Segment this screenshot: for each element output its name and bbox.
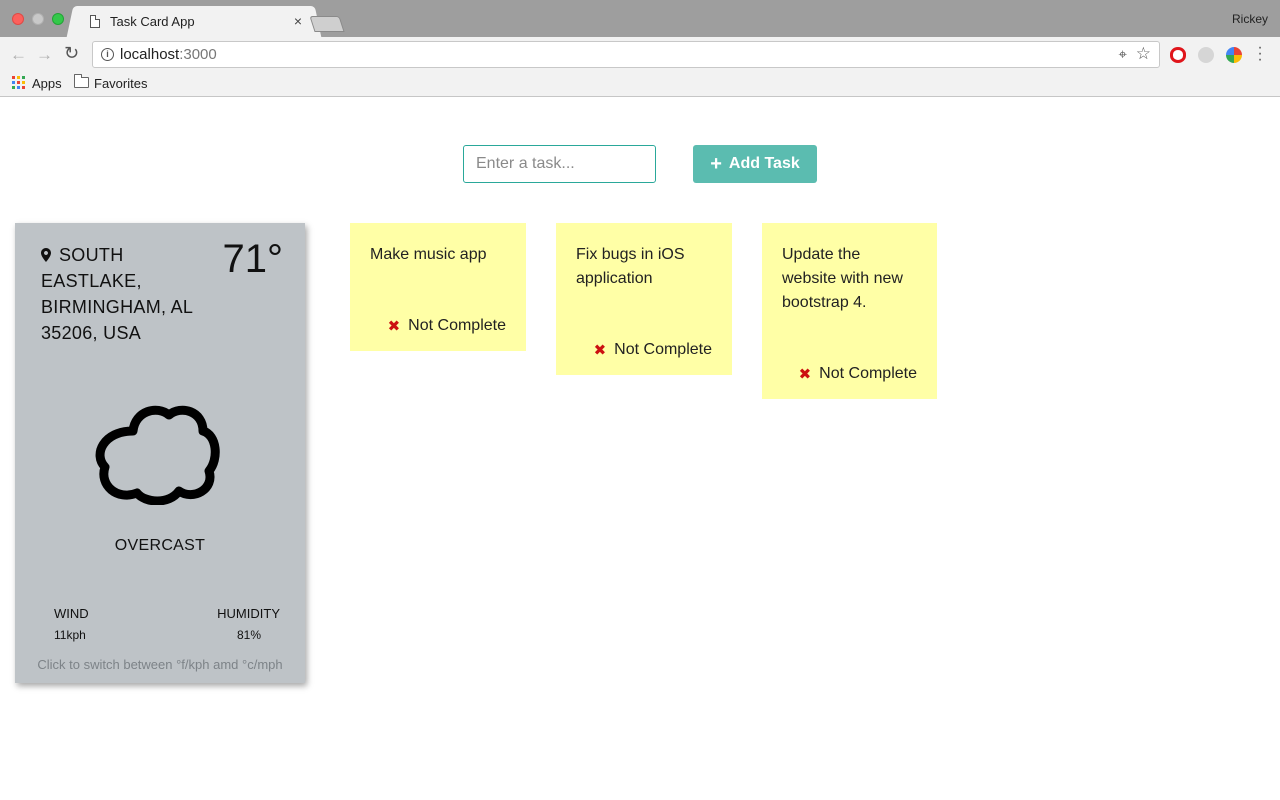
task-text: Make music app [370, 246, 487, 263]
browser-toolbar: ← → ↻ i localhost:3000 ⌖ ☆ · · · [0, 37, 1280, 72]
task-status[interactable]: ✖ Not Complete [799, 365, 917, 383]
location-target-icon[interactable]: ⌖ [1119, 46, 1127, 63]
add-task-button[interactable]: + Add Task [693, 145, 817, 183]
task-text: Update the website with new bootstrap 4. [782, 246, 903, 311]
url-host: localhost [120, 46, 180, 63]
forward-arrow-icon[interactable]: → [36, 45, 53, 65]
extension-icon[interactable] [1198, 47, 1214, 63]
humidity-label: HUMIDITY [217, 606, 280, 621]
humidity-value: 81% [236, 628, 261, 642]
task-card[interactable]: Make music app ✖ Not Complete [350, 223, 526, 351]
task-card[interactable]: Fix bugs in iOS application ✖ Not Comple… [556, 223, 732, 375]
color-extension-icon[interactable] [1226, 47, 1242, 63]
bookmark-favorites[interactable]: Favorites [94, 76, 147, 91]
back-arrow-icon[interactable]: ← [10, 45, 27, 65]
folder-icon [74, 74, 89, 88]
maximize-window-button[interactable] [52, 13, 64, 25]
close-window-button[interactable] [12, 13, 24, 25]
x-mark-icon: ✖ [798, 366, 812, 383]
task-status[interactable]: ✖ Not Complete [594, 341, 712, 359]
wind-label: WIND [54, 606, 89, 621]
profile-name[interactable]: Rickey [1232, 12, 1268, 26]
weather-condition: OVERCAST [114, 537, 206, 554]
task-status-label: Not Complete [614, 341, 712, 358]
bookmark-star-icon[interactable]: ☆ [1136, 44, 1151, 64]
page-icon [90, 15, 100, 28]
weather-card[interactable]: SOUTH EASTLAKE, BIRMINGHAM, AL 35206, US… [15, 223, 305, 683]
task-status-label: Not Complete [408, 317, 506, 334]
url-text[interactable]: localhost:3000 [120, 46, 217, 63]
bookmark-apps[interactable]: Apps [32, 76, 62, 91]
weather-location: SOUTH EASTLAKE, BIRMINGHAM, AL 35206, US… [41, 245, 193, 343]
plus-icon: + [710, 153, 722, 175]
x-mark-icon: ✖ [593, 342, 607, 359]
task-card[interactable]: Update the website with new bootstrap 4.… [762, 223, 937, 399]
task-status[interactable]: ✖ Not Complete [388, 317, 506, 335]
tab-title: Task Card App [110, 14, 195, 29]
bookmarks-bar: Apps Favorites [0, 72, 1280, 97]
opera-extension-icon[interactable] [1170, 47, 1186, 63]
reload-icon[interactable]: ↻ [64, 43, 79, 64]
task-text: Fix bugs in iOS application [576, 246, 685, 287]
wind-value: 11kph [54, 628, 86, 642]
tab-close-icon[interactable]: × [294, 13, 302, 29]
task-input[interactable] [463, 145, 656, 183]
info-icon[interactable]: i [101, 48, 114, 61]
cloud-icon [95, 405, 220, 505]
apps-grid-icon[interactable] [12, 76, 25, 89]
unit-switch-hint[interactable]: Click to switch between °f/kph amd °c/mp… [15, 657, 305, 672]
browser-tab-active[interactable]: Task Card App × [76, 6, 312, 37]
url-port: :3000 [179, 46, 217, 63]
address-bar[interactable]: i localhost:3000 ⌖ ☆ [92, 41, 1160, 68]
browser-menu-icon[interactable]: · · · [1256, 40, 1264, 68]
task-status-label: Not Complete [819, 365, 917, 382]
minimize-window-button[interactable] [32, 13, 44, 25]
add-task-label: Add Task [728, 155, 800, 172]
new-tab-button[interactable] [309, 16, 345, 32]
weather-temperature: 71° [222, 237, 284, 281]
x-mark-icon: ✖ [387, 318, 401, 335]
browser-titlebar: Task Card App × Rickey [0, 0, 1280, 37]
